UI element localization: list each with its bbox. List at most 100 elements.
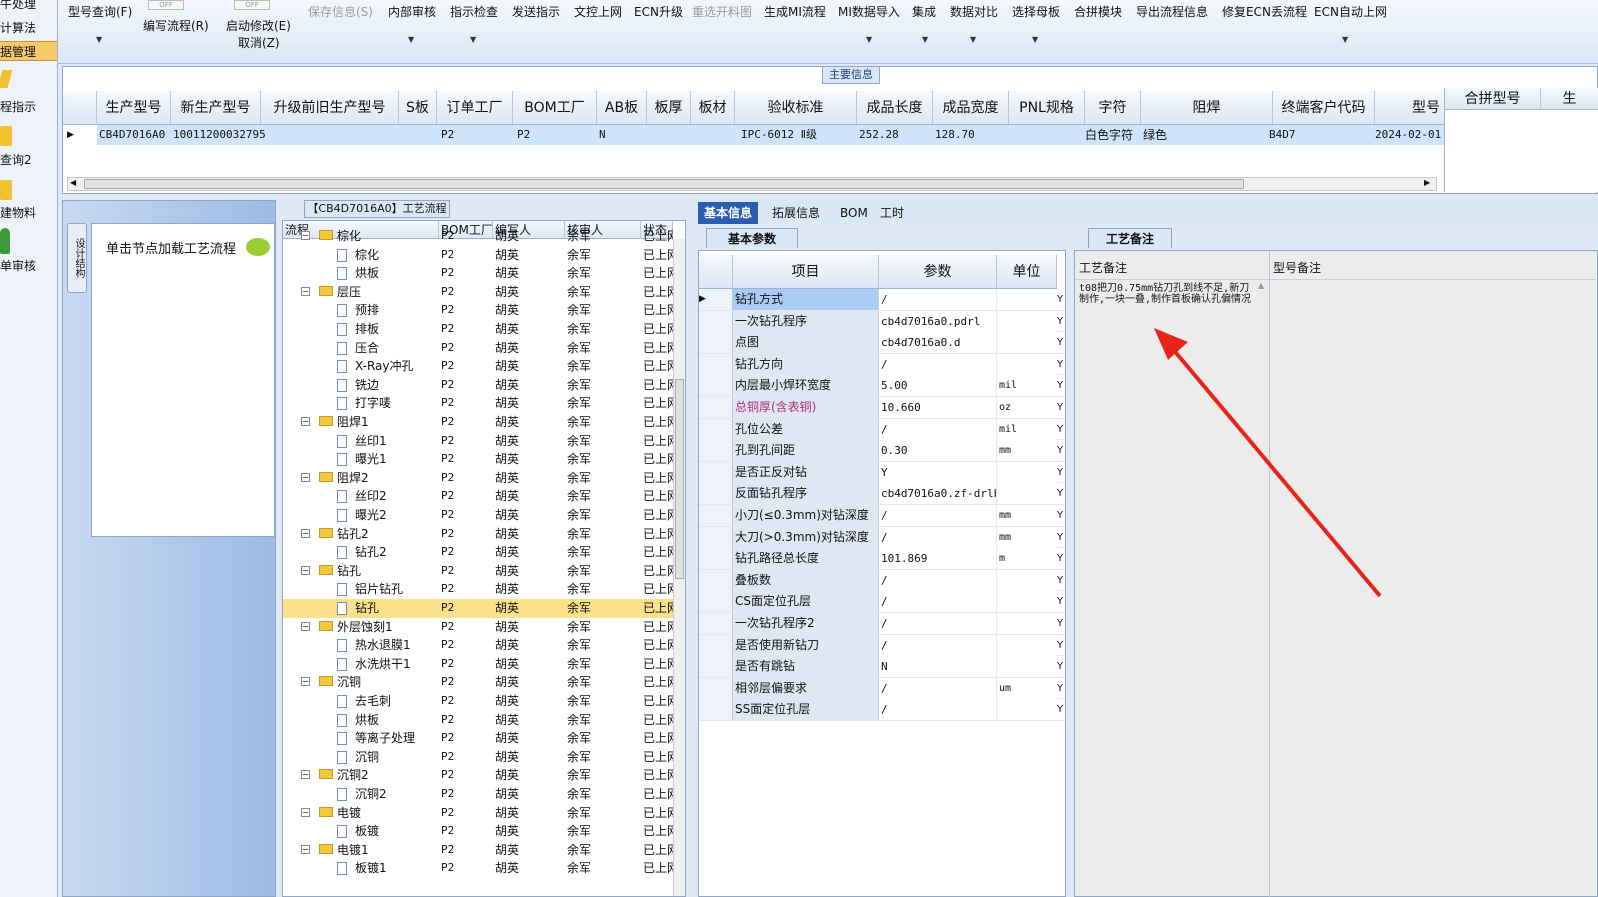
tree-row[interactable]: 钻孔2 P2 胡英 余军 已上网	[283, 543, 675, 562]
col-header[interactable]: PNL规格	[1009, 91, 1085, 125]
tab-bom[interactable]: BOM	[834, 202, 874, 224]
col-header[interactable]: 验收标准	[735, 91, 857, 125]
col-header[interactable]: 生产型号	[97, 91, 171, 125]
mi-data-import-button[interactable]: MI数据导入	[838, 3, 900, 20]
nav-item-create-material[interactable]: 建物料	[0, 203, 57, 223]
col-header[interactable]: 升级前旧生产型号	[261, 91, 399, 125]
param-value[interactable]: /	[879, 289, 997, 310]
scroll-left-icon[interactable]: ◀	[70, 178, 76, 187]
col-header[interactable]: 参数	[879, 255, 997, 289]
row-header[interactable]	[699, 634, 733, 656]
scroll-thumb[interactable]	[675, 379, 684, 579]
doc-online-button[interactable]: 文控上网	[574, 3, 622, 20]
param-row[interactable]: 反面钻孔程序 cb4d7016a0.zf-drlb Y	[699, 483, 1065, 505]
collapse-icon[interactable]: −	[301, 417, 310, 426]
row-header[interactable]	[699, 656, 733, 678]
chevron-down-icon[interactable]: ▼	[922, 35, 928, 44]
collapse-icon[interactable]: −	[301, 565, 310, 575]
tree-row[interactable]: 烘板 P2 胡英 余军 已上网	[283, 711, 675, 730]
integration-button[interactable]: 集成	[912, 3, 936, 20]
col-header[interactable]: 阻焊	[1141, 91, 1273, 125]
param-row[interactable]: 总铜厚(含表铜) 10.660 oz Y	[699, 397, 1065, 419]
param-row[interactable]: 相邻层偏要求 / um Y	[699, 677, 1065, 700]
col-header[interactable]: 成品宽度	[933, 91, 1009, 125]
row-header[interactable]	[699, 310, 733, 332]
row-header[interactable]	[699, 375, 733, 397]
collapse-icon[interactable]: −	[301, 528, 310, 538]
tree-row[interactable]: 打字唛 P2 胡英 余军 已上网	[283, 394, 675, 413]
row-header[interactable]	[699, 418, 733, 440]
col-header[interactable]: AB板	[597, 91, 647, 125]
col-header[interactable]: 板材	[691, 91, 735, 125]
row-header[interactable]	[699, 483, 733, 505]
row-header[interactable]	[699, 332, 733, 354]
chevron-down-icon[interactable]: ▼	[1032, 35, 1038, 44]
row-header[interactable]	[699, 699, 733, 721]
instruction-check-button[interactable]: 指示检查	[450, 3, 498, 20]
param-value[interactable]: /	[879, 418, 997, 440]
table-row[interactable]: CB4D7016A0 10011200032795 P2 P2 N IPC-60…	[97, 125, 1447, 145]
tab-basic-info[interactable]: 基本信息	[698, 202, 759, 224]
chevron-down-icon[interactable]: ▼	[96, 35, 102, 44]
chevron-down-icon[interactable]: ▼	[408, 35, 414, 44]
tree-row[interactable]: − 阻焊1 P2 胡英 余军 已上网	[283, 413, 675, 432]
edit-process-button[interactable]: 编写流程(R)	[143, 17, 209, 34]
tree-row[interactable]: X-Ray冲孔 P2 胡英 余军 已上网	[283, 357, 675, 376]
param-row[interactable]: 孔位公差 / mil Y	[699, 418, 1065, 441]
param-row[interactable]: 小刀(≤0.3mm)对钻深度 / mm Y	[699, 505, 1065, 527]
param-row[interactable]: ▶ 钻孔方式 / Y	[699, 289, 1065, 311]
chevron-down-icon[interactable]: ▼	[866, 35, 872, 44]
collapse-icon[interactable]: −	[301, 807, 310, 817]
internal-review-button[interactable]: 内部审核	[388, 3, 436, 20]
vertical-scrollbar[interactable]	[673, 239, 685, 896]
splitter[interactable]	[686, 200, 698, 897]
scroll-thumb[interactable]	[84, 179, 1244, 189]
collapse-icon[interactable]: −	[301, 286, 310, 296]
param-row[interactable]: 大刀(>0.3mm)对钻深度 / mm Y	[699, 526, 1065, 549]
reselect-cut-chart-button[interactable]: 重选开料图	[692, 3, 752, 20]
tree-row[interactable]: − 电镀 P2 胡英 余军 已上网	[283, 804, 675, 823]
tree-row[interactable]: 等离子处理 P2 胡英 余军 已上网	[283, 729, 675, 748]
col-header[interactable]: 终端客户代码	[1273, 91, 1375, 125]
tree-row[interactable]: 钻孔 P2 胡英 余军 已上网	[283, 599, 675, 618]
param-value[interactable]: N	[879, 656, 997, 678]
tree-row[interactable]: 沉铜2 P2 胡英 余军 已上网	[283, 785, 675, 804]
splitter[interactable]	[1066, 228, 1074, 897]
col-header[interactable]: 合拼型号	[1445, 88, 1541, 110]
chevron-down-icon[interactable]: ▼	[470, 35, 476, 44]
param-value[interactable]: 5.00	[879, 375, 997, 397]
tree-row[interactable]: 铣边 P2 胡英 余军 已上网	[283, 376, 675, 395]
select-master-button[interactable]: 选择母板	[1012, 3, 1060, 20]
repair-ecn-button[interactable]: 修复ECN丢流程	[1222, 3, 1307, 20]
collapse-icon[interactable]: −	[301, 770, 310, 780]
tree-row[interactable]: 水洗烘干1 P2 胡英 余军 已上网	[283, 655, 675, 674]
scroll-up-icon[interactable]: ▲	[1258, 281, 1264, 290]
col-header[interactable]: 生	[1541, 88, 1598, 110]
collapse-icon[interactable]: −	[301, 844, 310, 854]
col-header[interactable]: S板	[399, 91, 437, 125]
param-row[interactable]: 叠板数 / Y	[699, 569, 1065, 592]
row-header[interactable]	[699, 505, 733, 526]
collapse-icon[interactable]: −	[301, 621, 310, 631]
param-row[interactable]: 钻孔方向 / Y	[699, 353, 1065, 376]
param-value[interactable]: 0.30	[879, 440, 997, 462]
param-row[interactable]: 孔到孔间距 0.30 mm Y	[699, 440, 1065, 462]
param-row[interactable]: CS面定位孔层 / Y	[699, 591, 1065, 613]
tree-row[interactable]: − 棕化 P2 胡英 余军 已上网	[283, 227, 675, 246]
collapse-icon[interactable]: −	[301, 472, 310, 482]
merge-module-button[interactable]: 合拼模块	[1074, 3, 1122, 20]
row-header[interactable]	[699, 677, 733, 699]
tree-row[interactable]: 板镀1 P2 胡英 余军 已上网	[283, 859, 675, 878]
param-row[interactable]: 是否有跳钻 N Y	[699, 656, 1065, 678]
tree-row[interactable]: − 阻焊2 P2 胡英 余军 已上网	[283, 469, 675, 488]
chevron-down-icon[interactable]: ▼	[970, 35, 976, 44]
collapse-icon[interactable]: −	[301, 231, 310, 240]
col-header[interactable]: 新生产型号	[171, 91, 261, 125]
param-row[interactable]: SS面定位孔层 / Y	[699, 699, 1065, 721]
param-value[interactable]: /	[879, 699, 997, 721]
tree-row[interactable]: 压合 P2 胡英 余军 已上网	[283, 339, 675, 358]
col-header[interactable]: 字符	[1085, 91, 1141, 125]
toggle-off[interactable]: OFF	[148, 0, 184, 10]
save-info-button[interactable]: 保存信息(S)	[308, 3, 373, 20]
col-header[interactable]: 板厚	[647, 91, 691, 125]
